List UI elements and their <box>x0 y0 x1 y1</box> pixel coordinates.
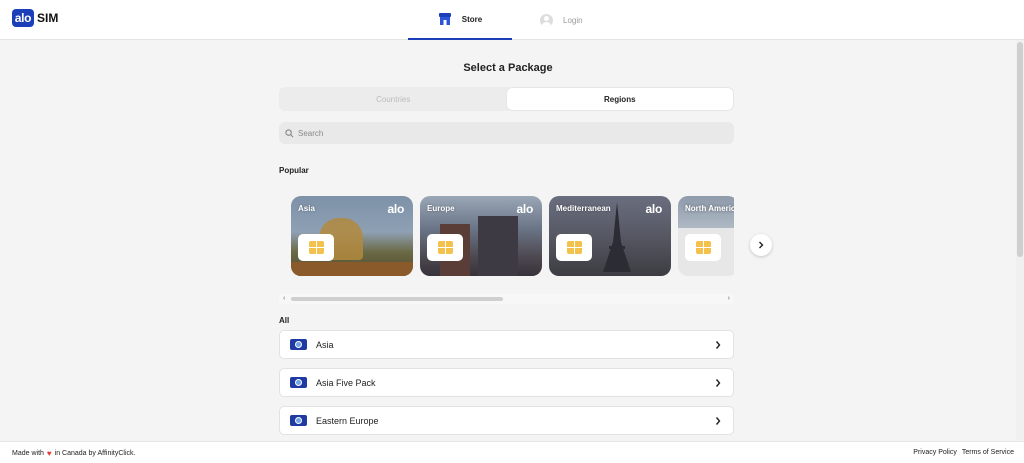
footer-made-by: in Canada by AffinityClick. <box>54 450 136 457</box>
footer: Made with ♥ in Canada by AffinityClick. … <box>0 441 1024 463</box>
popular-card-north-america[interactable]: North America <box>678 196 734 276</box>
nav-tab-login[interactable]: Login <box>540 0 630 40</box>
list-item-label: Asia <box>316 339 334 350</box>
chevron-right-icon <box>715 417 721 425</box>
nav-store-label: Store <box>461 14 483 24</box>
page-scrollbar-thumb[interactable] <box>1017 42 1023 257</box>
temple-base-image <box>291 262 413 276</box>
sim-chip-icon <box>437 241 453 254</box>
card-brand: alo <box>387 202 405 216</box>
list-item-label: Asia Five Pack <box>316 377 376 388</box>
globe-flag-icon <box>290 339 307 350</box>
sim-card-icon <box>685 234 721 261</box>
sim-card-icon <box>427 234 463 261</box>
logo-text: SIM <box>37 11 59 25</box>
sim-chip-icon <box>308 241 324 254</box>
page-scrollbar[interactable] <box>1016 40 1024 440</box>
search-bar[interactable] <box>279 122 734 144</box>
sim-chip-icon <box>695 241 711 254</box>
scroll-left-arrow-icon[interactable]: ‹ <box>283 295 285 302</box>
logo[interactable]: alo SIM <box>12 9 58 27</box>
carousel-scrollbar[interactable]: ‹ › <box>279 294 734 304</box>
scroll-right-arrow-icon[interactable]: › <box>728 295 730 302</box>
nav-tab-store[interactable]: Store <box>408 0 512 40</box>
popular-card-europe[interactable]: Europe alo <box>420 196 542 276</box>
card-title: Europe <box>427 204 455 213</box>
carousel-next-button[interactable] <box>750 234 772 256</box>
heart-icon: ♥ <box>46 449 52 458</box>
card-brand: alo <box>645 202 663 216</box>
chevron-right-icon <box>715 341 721 349</box>
list-item-asia-five-pack[interactable]: Asia Five Pack <box>279 368 734 397</box>
globe-flag-icon <box>290 377 307 388</box>
sim-card-icon <box>298 234 334 261</box>
chevron-right-icon <box>759 241 764 249</box>
card-brand: alo <box>516 202 534 216</box>
tab-regions[interactable]: Regions <box>506 88 733 110</box>
sim-card-icon <box>556 234 592 261</box>
user-avatar-icon <box>540 13 553 27</box>
popular-card-mediterranean[interactable]: Mediterranean alo <box>549 196 671 276</box>
card-title: North America <box>685 204 734 213</box>
popular-heading: Popular <box>279 166 309 175</box>
list-item-asia[interactable]: Asia <box>279 330 734 359</box>
tab-countries[interactable]: Countries <box>280 88 507 110</box>
all-heading: All <box>279 316 290 325</box>
sim-chip-icon <box>566 241 582 254</box>
list-item-eastern-europe[interactable]: Eastern Europe <box>279 406 734 435</box>
popular-carousel: Asia alo Europe alo Mediterranean alo No… <box>279 194 734 280</box>
card-title: Mediterranean <box>556 204 611 213</box>
list-item-label: Eastern Europe <box>316 415 379 426</box>
top-nav-bar: alo SIM Store Login <box>0 0 1024 40</box>
store-icon <box>438 13 451 25</box>
package-type-toggle: Countries Regions <box>279 87 734 111</box>
popular-card-asia[interactable]: Asia alo <box>291 196 413 276</box>
building-image <box>478 216 518 276</box>
card-title: Asia <box>298 204 315 213</box>
terms-of-service-link[interactable]: Terms of Service <box>962 449 1014 456</box>
globe-flag-icon <box>290 415 307 426</box>
logo-mark: alo <box>12 9 34 27</box>
search-input[interactable] <box>298 128 718 138</box>
footer-links: Privacy Policy Terms of Service <box>913 449 1014 456</box>
footer-made-with: Made with <box>12 450 44 457</box>
page-title: Select a Package <box>463 62 553 74</box>
privacy-policy-link[interactable]: Privacy Policy <box>913 449 957 456</box>
chevron-right-icon <box>715 379 721 387</box>
carousel-scrollbar-thumb[interactable] <box>291 297 503 301</box>
footer-credit: Made with ♥ in Canada by AffinityClick. <box>12 449 135 458</box>
search-icon <box>285 128 294 137</box>
nav-login-label: Login <box>563 15 583 25</box>
